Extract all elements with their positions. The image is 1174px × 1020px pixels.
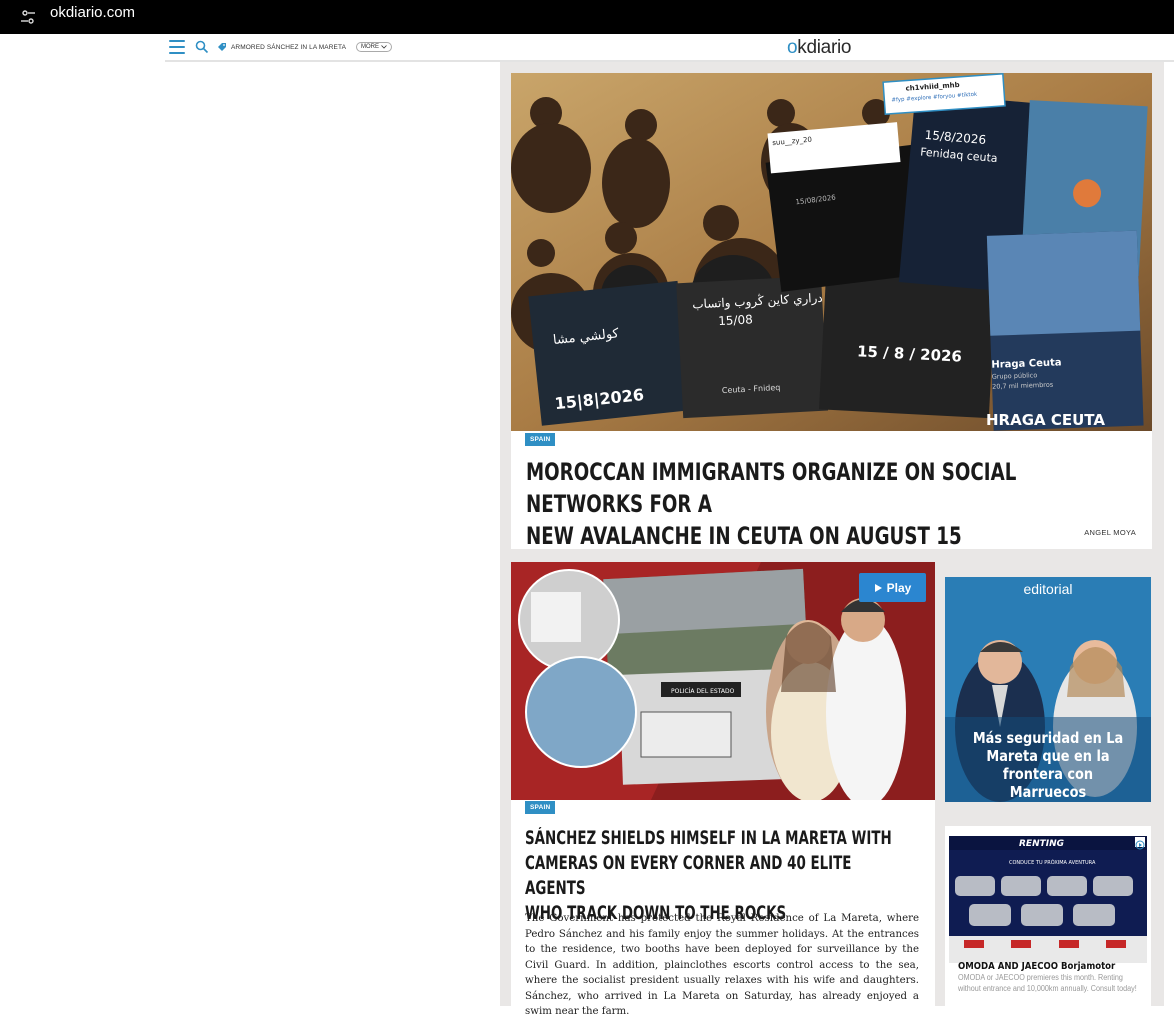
hero-image[interactable]: كولشي مشا 15|8|2026 دراري كاين ڭروب واتس…	[511, 73, 1152, 431]
ad-title[interactable]: OMODA AND JAECOO Borjamotor	[958, 961, 1115, 972]
editorial-logo: editorial	[1023, 581, 1073, 597]
secondary-article[interactable]: POLICÍA DEL ESTADO Play SPAIN SÁNCHEZ SH…	[511, 562, 935, 1017]
site-header: ARMORED SÁNCHEZ IN LA MARETA MORE ookdia…	[165, 34, 1174, 62]
url-text[interactable]: okdiario.com	[50, 4, 135, 21]
tag-icon	[218, 43, 226, 51]
menu-icon[interactable]	[169, 40, 185, 54]
trending-topic[interactable]: ARMORED SÁNCHEZ IN LA MARETA MORE	[217, 42, 393, 52]
hero-text-1508: 15/08	[718, 312, 753, 328]
article-headline-line1[interactable]: SÁNCHEZ SHIELDS HIMSELF IN LA MARETA WIT…	[525, 826, 917, 851]
group-type: Grupo público	[992, 371, 1038, 381]
article-summary: The Government has protected the Royal R…	[525, 913, 919, 1017]
article-image[interactable]: POLICÍA DEL ESTADO Play	[511, 562, 935, 800]
more-button[interactable]: MORE	[356, 42, 393, 52]
ad-image[interactable]: RENTING CONDUCE TU PRÓXIMA AVENTURA	[949, 836, 1147, 963]
ad-choices-icon[interactable]	[1135, 837, 1145, 850]
tent-label: POLICÍA DEL ESTADO	[671, 688, 735, 695]
advertisement[interactable]: RENTING CONDUCE TU PRÓXIMA AVENTURA OMOD…	[945, 826, 1151, 1006]
play-icon	[874, 583, 882, 592]
trending-label[interactable]: ARMORED SÁNCHEZ IN LA MARETA	[231, 44, 346, 51]
chevron-down-icon	[381, 45, 387, 49]
section-badge[interactable]: SPAIN	[525, 801, 556, 814]
site-settings-icon[interactable]	[20, 9, 36, 25]
editorial-teaser[interactable]: editorial Más seguridad en La Mareta que…	[945, 577, 1151, 802]
site-logo[interactable]: ookdiariokdiario	[787, 37, 851, 59]
editorial-headline[interactable]: Más seguridad en La Mareta que en la fro…	[965, 729, 1132, 801]
hraga-ceuta-stamp: HRAGA CEUTA	[986, 411, 1105, 429]
article-headline-line2[interactable]: CAMERAS ON EVERY CORNER AND 40 ELITE AGE…	[525, 851, 917, 901]
ad-tagline: CONDUCE TU PRÓXIMA AVENTURA	[1009, 859, 1096, 866]
play-label: Play	[886, 580, 912, 595]
more-label: MORE	[361, 44, 380, 50]
section-badge[interactable]: SPAIN	[525, 433, 556, 446]
search-icon[interactable]	[195, 40, 209, 54]
hero-article[interactable]: كولشي مشا 15|8|2026 دراري كاين ڭروب واتس…	[511, 73, 1152, 552]
hero-headline[interactable]: MOROCCAN IMMIGRANTS ORGANIZE ON SOCIAL N…	[526, 456, 1134, 552]
hero-headline-line2[interactable]: NEW AVALANCHE IN CEUTA ON AUGUST 15	[526, 520, 1134, 552]
author-name[interactable]: ANGEL MOYA	[1084, 528, 1136, 537]
ad-description[interactable]: OMODA or JAECOO premieres this month. Re…	[958, 973, 1147, 994]
ad-brand: RENTING	[1019, 839, 1064, 849]
browser-url-bar[interactable]: okdiario.com	[0, 0, 1174, 34]
play-button[interactable]: Play	[859, 573, 926, 602]
hero-headline-line1[interactable]: MOROCCAN IMMIGRANTS ORGANIZE ON SOCIAL N…	[526, 456, 1134, 520]
